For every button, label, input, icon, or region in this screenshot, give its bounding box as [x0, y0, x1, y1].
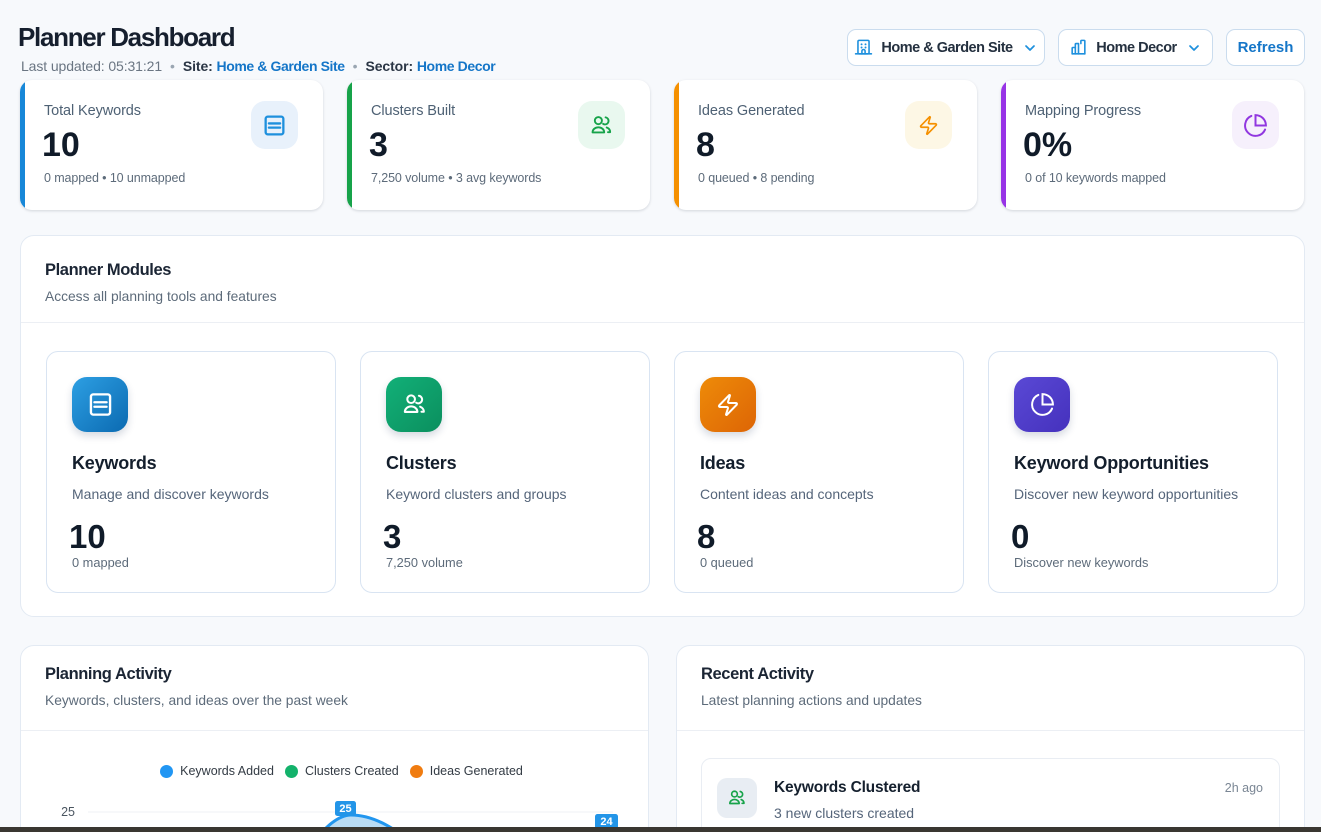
svg-text:25: 25 [61, 805, 75, 819]
